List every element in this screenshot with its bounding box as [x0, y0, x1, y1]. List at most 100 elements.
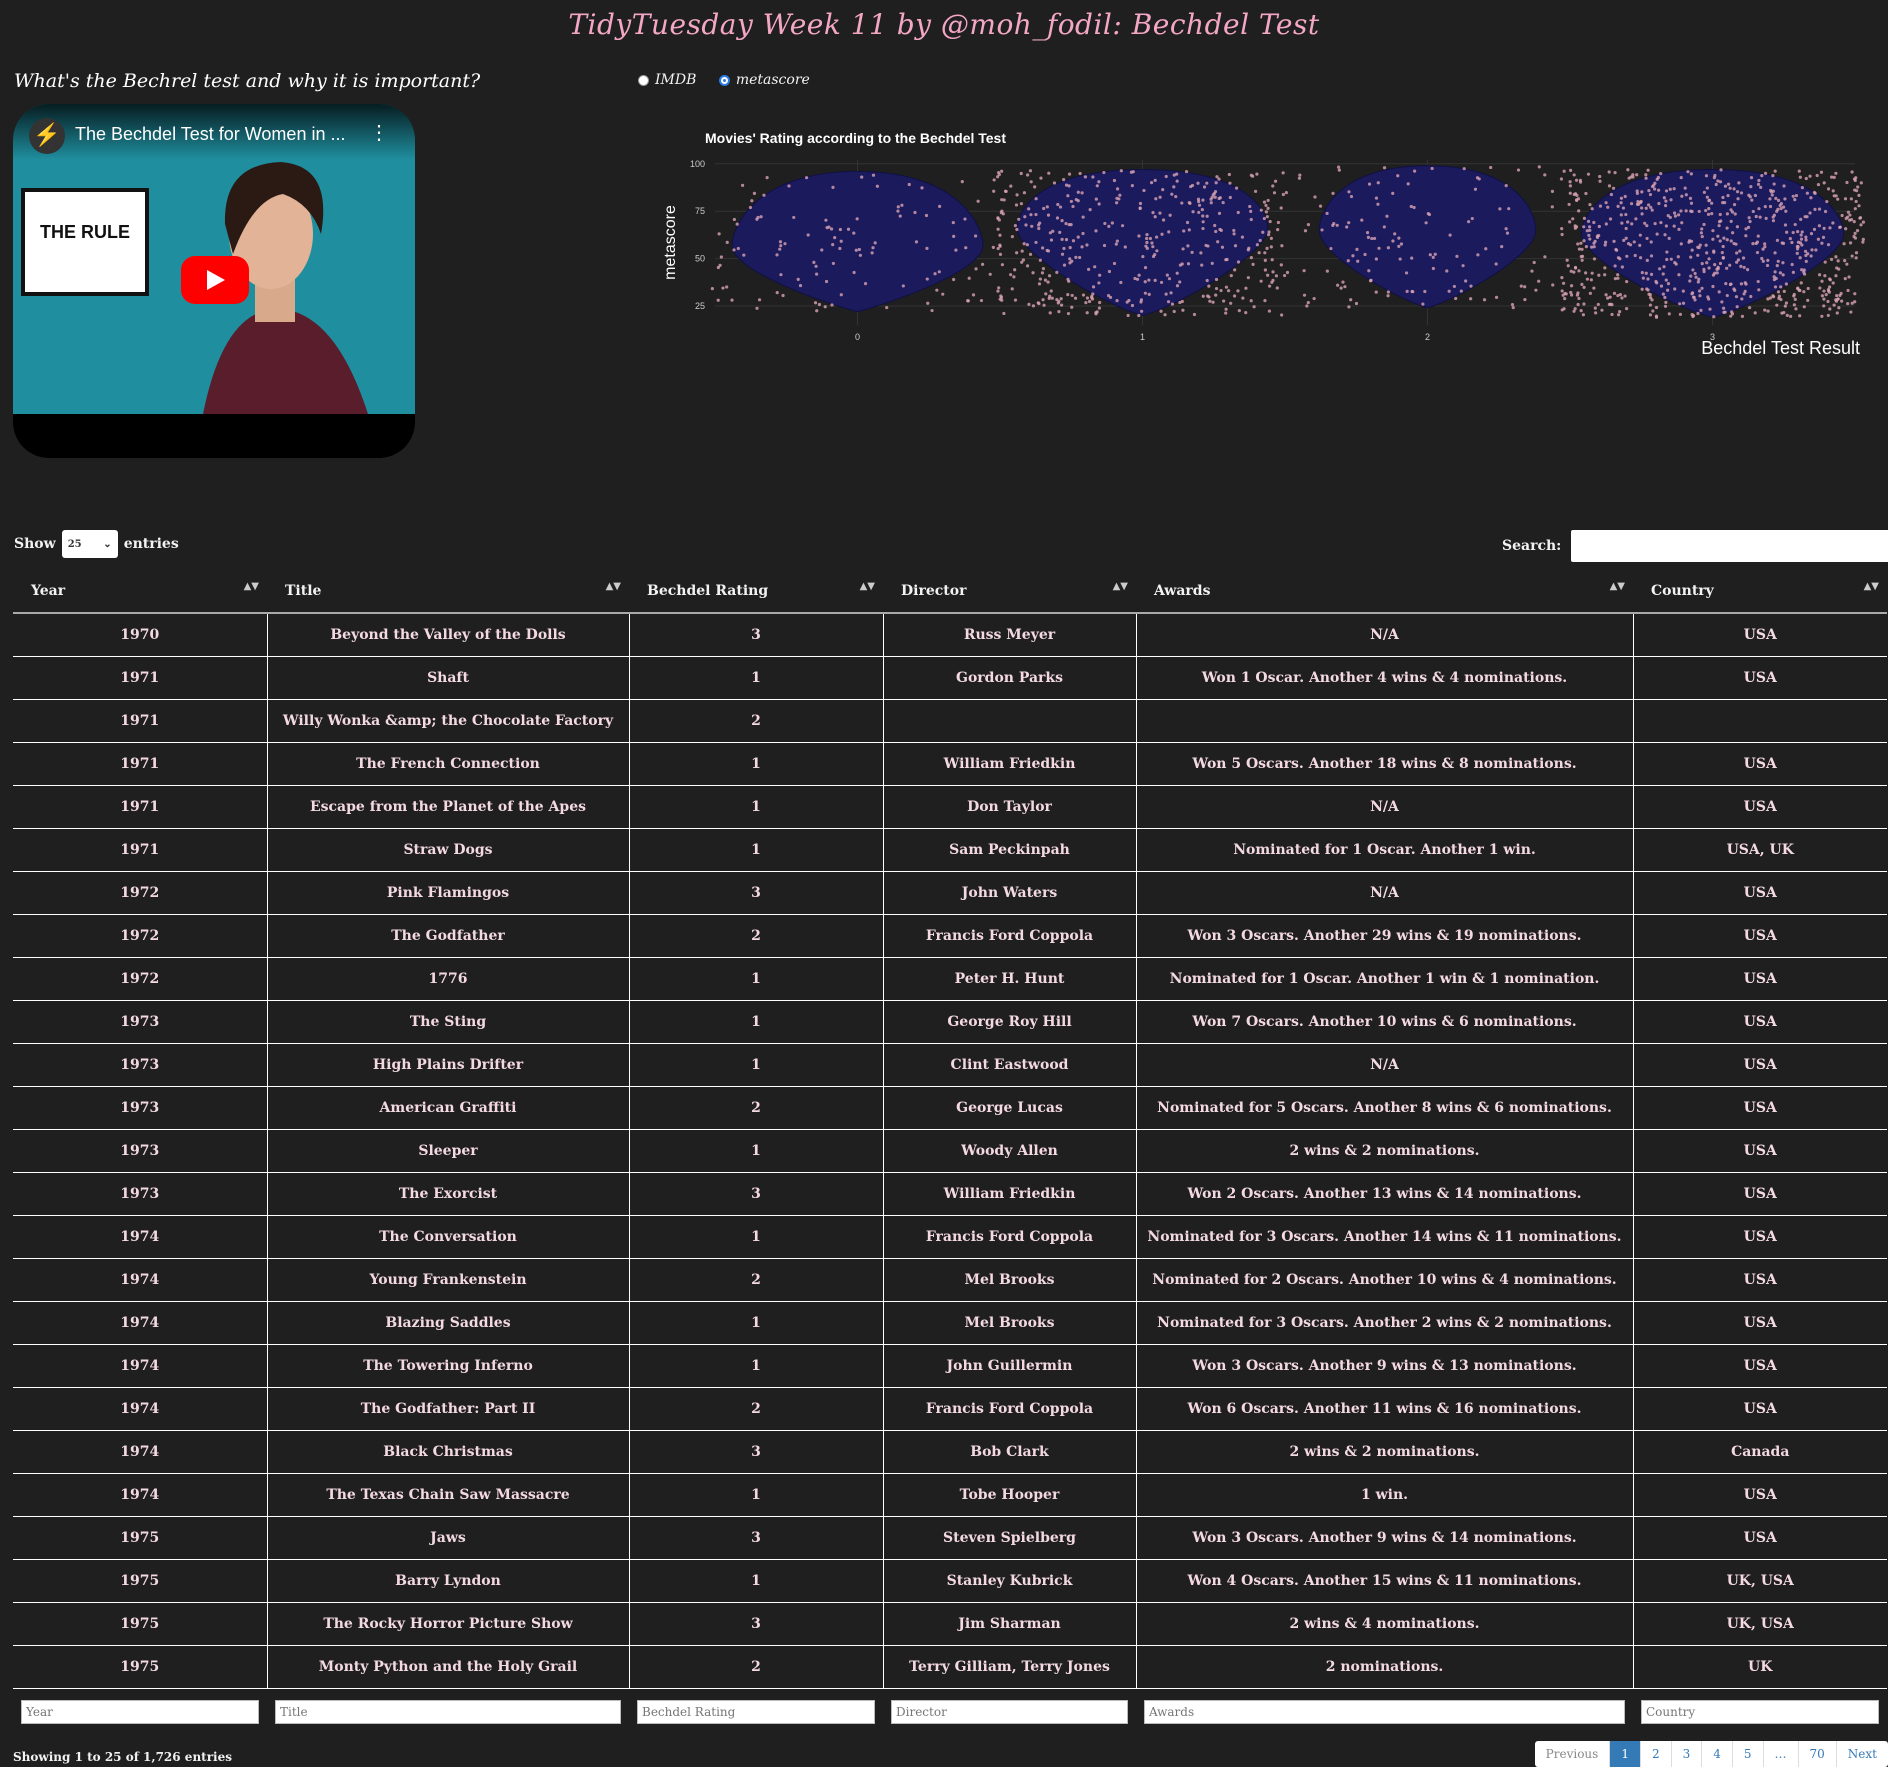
data-point [1232, 228, 1236, 233]
page-button[interactable]: 3 [1670, 1741, 1702, 1767]
table-row[interactable]: 1973 Sleeper 1 Woody Allen 2 wins & 2 nomina… [13, 1129, 1887, 1173]
data-point [1742, 265, 1746, 270]
table-row[interactable]: 1973 The Sting 1 George Roy Hill Won 7 Oscar… [13, 1000, 1887, 1044]
data-point [935, 288, 939, 292]
table-row[interactable]: 1972 Pink Flamingos 3 John Waters N/A USA [13, 871, 1887, 915]
data-point [1131, 170, 1135, 174]
table-row[interactable]: 1974 Blazing Saddles 1 Mel Brooks Nominated … [13, 1301, 1887, 1345]
data-point [1482, 298, 1487, 302]
table-row[interactable]: 1973 The Exorcist 3 William Friedkin Won 2 O… [13, 1172, 1887, 1216]
table-row[interactable]: 1974 The Texas Chain Saw Massacre 1 Tobe Ho… [13, 1473, 1887, 1517]
data-point [996, 216, 1000, 220]
cell-bechdel-rating: 1 [629, 1559, 884, 1603]
data-point [1838, 293, 1842, 298]
column-header-awards[interactable]: Awards ▲▼ [1136, 570, 1633, 614]
page-size-select[interactable]: 25 ⌄ [61, 530, 118, 558]
column-header-bechdel-rating[interactable]: Bechdel Rating ▲▼ [629, 570, 883, 614]
table-row[interactable]: 1975 The Rocky Horror Picture Show 3 Jim Sh… [13, 1602, 1887, 1646]
search-input[interactable] [1571, 530, 1888, 562]
more-options-icon[interactable]: ⋮ [369, 120, 389, 145]
data-point [1355, 247, 1359, 252]
column-header-year[interactable]: Year ▲▼ [13, 570, 267, 614]
table-row[interactable]: 1971 Willy Wonka &amp; the Chocolate Fact… [13, 699, 1887, 743]
data-point [831, 261, 836, 266]
filter-input-title[interactable] [275, 1700, 621, 1724]
radio-imdb-indicator[interactable] [638, 74, 649, 86]
column-header-country[interactable]: Country ▲▼ [1633, 570, 1887, 614]
data-point [1721, 195, 1725, 200]
data-point [1672, 211, 1677, 215]
table-row[interactable]: 1971 Escape from the Planet of the Apes 1 D… [13, 785, 1887, 829]
table-row[interactable]: 1973 High Plains Drifter 1 Clint Eastwood N/… [13, 1043, 1887, 1087]
table-row[interactable]: 1972 The Godfather 2 Francis Ford Coppola Wo… [13, 914, 1887, 958]
table-row[interactable]: 1974 The Towering Inferno 1 John Guillermin… [13, 1344, 1887, 1388]
data-point [1834, 299, 1839, 303]
cell-awards: Won 3 Oscars. Another 29 wins & 19 nomin… [1136, 914, 1634, 958]
table-row[interactable]: 1975 Jaws 3 Steven Spielberg Won 3 Oscars. A… [13, 1516, 1887, 1560]
filter-input-year[interactable] [21, 1700, 259, 1724]
data-point [1772, 278, 1776, 282]
data-point [1484, 247, 1488, 251]
table-row[interactable]: 1971 Straw Dogs 1 Sam Peckinpah Nominated fo… [13, 828, 1887, 872]
data-point [1773, 251, 1777, 255]
data-point [1810, 248, 1814, 252]
page-button[interactable]: 2 [1639, 1741, 1671, 1767]
table-row[interactable]: 1974 Black Christmas 3 Bob Clark 2 wins & 2 … [13, 1430, 1887, 1474]
cell-country: USA [1633, 914, 1887, 958]
filter-input-bechdel-rating[interactable] [637, 1700, 875, 1724]
data-point [1732, 187, 1736, 191]
page-button[interactable]: 1 [1609, 1741, 1640, 1767]
data-point [1848, 218, 1852, 222]
cell-year: 1975 [13, 1516, 268, 1560]
violin-2 [1318, 165, 1537, 309]
data-point [1264, 203, 1268, 208]
channel-avatar-icon[interactable]: ⚡ [29, 118, 65, 154]
data-point [998, 233, 1002, 237]
table-row[interactable]: 1973 American Graffiti 2 George Lucas Nomina… [13, 1086, 1887, 1130]
video-title[interactable]: The Bechdel Test for Women in ... [75, 124, 345, 145]
page-button[interactable]: 5 [1731, 1741, 1763, 1767]
table-row[interactable]: 1970 Beyond the Valley of the Dolls 3 Russ … [13, 613, 1887, 657]
table-row[interactable]: 1975 Barry Lyndon 1 Stanley Kubrick Won 4 Os… [13, 1559, 1887, 1603]
radio-metascore[interactable]: metascore [718, 72, 810, 88]
next-page-button[interactable]: Next [1835, 1741, 1888, 1767]
data-point [1168, 213, 1172, 217]
data-point [873, 241, 877, 245]
filter-input-awards[interactable] [1144, 1700, 1625, 1724]
data-point [1085, 243, 1089, 247]
table-row[interactable]: 1974 The Conversation 1 Francis Ford Coppol… [13, 1215, 1887, 1259]
radio-imdb[interactable]: IMDB [638, 72, 696, 88]
table-row[interactable]: 1971 The French Connection 1 William Friedk… [13, 742, 1887, 786]
filter-input-country[interactable] [1641, 1700, 1879, 1724]
filter-input-director[interactable] [891, 1700, 1128, 1724]
data-point [998, 252, 1003, 256]
column-header-director[interactable]: Director ▲▼ [883, 570, 1136, 614]
page-button[interactable]: 70 [1797, 1741, 1836, 1767]
cell-awards: Nominated for 1 Oscar. Another 1 win. [1136, 828, 1634, 872]
radio-metascore-indicator[interactable] [718, 74, 730, 86]
data-point [930, 308, 934, 313]
cell-year: 1974 [13, 1258, 268, 1302]
data-point [1073, 296, 1078, 300]
data-point [1028, 169, 1033, 173]
table-row[interactable]: 1974 The Godfather: Part II 2 Francis Ford … [13, 1387, 1887, 1431]
table-row[interactable]: 1971 Shaft 1 Gordon Parks Won 1 Oscar. Anoth… [13, 656, 1887, 700]
data-point [1025, 173, 1030, 177]
column-header-title[interactable]: Title ▲▼ [267, 570, 629, 614]
data-point [1799, 233, 1803, 237]
data-point [1205, 278, 1209, 283]
data-point [1147, 292, 1151, 296]
data-point [1000, 298, 1004, 302]
page-button[interactable]: 4 [1701, 1741, 1732, 1767]
table-row[interactable]: 1974 Young Frankenstein 2 Mel Brooks Nominat… [13, 1258, 1887, 1302]
previous-page-button[interactable]: Previous [1535, 1741, 1610, 1767]
youtube-video-embed[interactable]: THE RULE ⚡ The Bechdel Test for Women in… [13, 104, 415, 458]
table-row[interactable]: 1975 Monty Python and the Holy Grail 2 Terr… [13, 1645, 1887, 1689]
data-point [1568, 220, 1572, 224]
data-point [1824, 293, 1828, 297]
table-row[interactable]: 1972 1776 1 Peter H. Hunt Nominated for 1 Os… [13, 957, 1887, 1001]
play-button[interactable] [181, 256, 249, 304]
data-point [1229, 274, 1233, 278]
page-button[interactable]: … [1762, 1741, 1798, 1767]
data-point [1766, 258, 1770, 262]
